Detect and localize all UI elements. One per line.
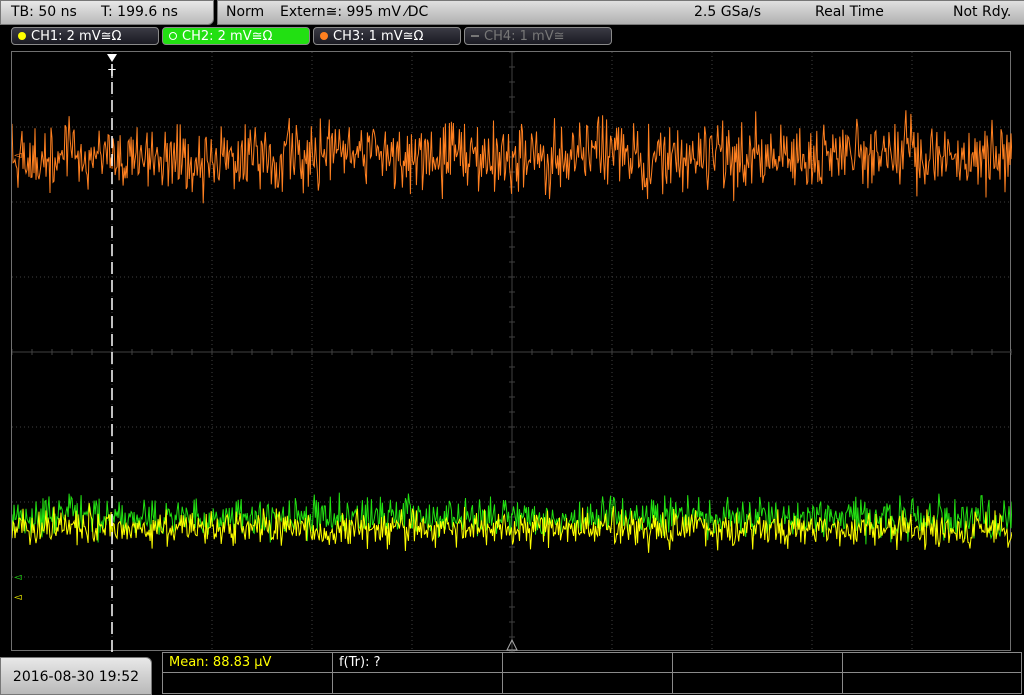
measurement-slot-10[interactable]: [843, 673, 1021, 693]
ch4-label: CH4: 1 mV≅: [484, 29, 565, 44]
trigger-source: Extern≅: 995 mV ⁄DC: [280, 4, 429, 20]
waveform-display[interactable]: T ◅ ◅ ◅: [11, 51, 1012, 652]
ch2-color-dot-icon: [169, 32, 177, 40]
sample-rate: 2.5 GSa/s: [694, 4, 762, 20]
ch1-label: CH1: 2 mV≅Ω: [31, 29, 122, 44]
timebase-value: TB: 50 ns: [11, 4, 77, 20]
channel-tab-ch3[interactable]: CH3: 1 mV≅Ω: [313, 27, 461, 45]
measurement-mean[interactable]: Mean: 88.83 µV: [163, 653, 333, 673]
channel-tab-ch4[interactable]: CH4: 1 mV≅: [464, 27, 612, 45]
grid-lines: [12, 52, 1012, 652]
ch1-ground-marker-icon: ◅: [14, 592, 22, 603]
measurement-slot-7[interactable]: [333, 673, 503, 693]
waveform-grid: T ◅ ◅ ◅: [12, 52, 1012, 652]
trigger-position-arrow-icon[interactable]: [107, 54, 117, 62]
trigger-mode: Norm: [226, 4, 265, 20]
trigger-time-value: T: 199.6 ns: [101, 4, 178, 20]
oscilloscope-screen: TB: 50 ns T: 199.6 ns Norm Extern≅: 995 …: [0, 0, 1024, 695]
measurement-slot-6[interactable]: [163, 673, 333, 693]
measurement-panel[interactable]: Mean: 88.83 µV f(Tr): ?: [162, 652, 1022, 694]
measurement-slot-4[interactable]: [673, 653, 843, 673]
ch1-color-dot-icon: [18, 32, 26, 40]
ch3-ground-marker-icon: ◅: [14, 150, 22, 161]
measurement-slot-9[interactable]: [673, 673, 843, 693]
top-status-bar: TB: 50 ns T: 199.6 ns Norm Extern≅: 995 …: [0, 0, 1024, 25]
timebase-box[interactable]: TB: 50 ns T: 199.6 ns: [0, 0, 214, 25]
acquisition-state: Not Rdy.: [953, 4, 1012, 20]
acquisition-status-bar[interactable]: Norm Extern≅: 995 mV ⁄DC 2.5 GSa/s Real …: [217, 0, 1024, 25]
date-time-display: 2016-08-30 19:52: [0, 657, 152, 695]
ch2-label: CH2: 2 mV≅Ω: [182, 29, 273, 44]
ch4-disabled-dash-icon: [471, 35, 479, 37]
measurement-slot-5[interactable]: [843, 653, 1021, 673]
measurement-ftr[interactable]: f(Tr): ?: [333, 653, 503, 673]
ch3-label: CH3: 1 mV≅Ω: [333, 29, 424, 44]
measurement-slot-8[interactable]: [503, 673, 673, 693]
measurement-slot-3[interactable]: [503, 653, 673, 673]
acquisition-mode: Real Time: [815, 4, 884, 20]
ch3-color-dot-icon: [320, 32, 328, 40]
ch2-ground-marker-icon: ◅: [14, 572, 22, 583]
channel-tab-ch2[interactable]: CH2: 2 mV≅Ω: [162, 27, 310, 45]
trigger-marker-label: T: [108, 66, 116, 81]
channel-tab-ch1[interactable]: CH1: 2 mV≅Ω: [11, 27, 159, 45]
